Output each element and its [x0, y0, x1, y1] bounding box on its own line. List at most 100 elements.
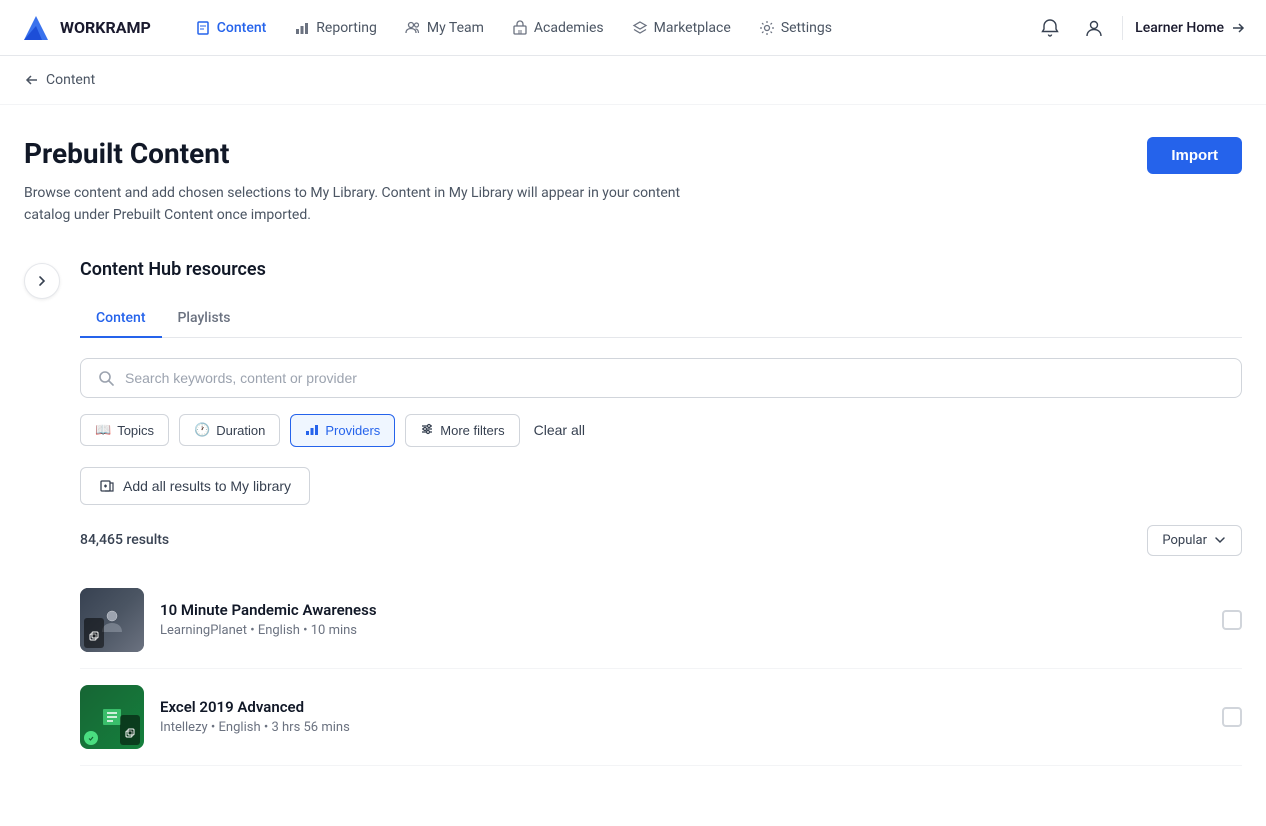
- user-icon: [1084, 18, 1104, 38]
- building-icon: [512, 20, 528, 36]
- nav-items: Content Reporting My Team Academies Mark…: [183, 14, 1034, 42]
- hub-main: Content Hub resources Content Playlists …: [80, 259, 1242, 766]
- tabs-bar: Content Playlists: [80, 300, 1242, 338]
- layers-icon: [632, 20, 648, 36]
- page-header: Prebuilt Content Browse content and add …: [24, 137, 1242, 227]
- sort-label: Popular: [1162, 533, 1207, 548]
- filter-providers-button[interactable]: Providers: [290, 414, 395, 447]
- file-icon: [195, 20, 211, 36]
- nav-item-settings[interactable]: Settings: [747, 14, 844, 42]
- add-library-icon: [99, 478, 115, 494]
- nav-item-reporting[interactable]: Reporting: [282, 14, 389, 42]
- content-info-1: 10 Minute Pandemic Awareness LearningPla…: [160, 601, 1206, 638]
- content-separator-2: •: [211, 720, 219, 735]
- content-title-1: 10 Minute Pandemic Awareness: [160, 601, 1206, 619]
- content-language-1: English: [258, 623, 300, 638]
- user-avatar-button[interactable]: [1078, 12, 1110, 44]
- content-meta-1: LearningPlanet • English • 10 mins: [160, 623, 1206, 638]
- logo-area[interactable]: WORKRAMP: [20, 12, 151, 44]
- results-bar: 84,465 results Popular: [80, 525, 1242, 556]
- content-checkbox-2[interactable]: [1222, 707, 1242, 727]
- search-input[interactable]: [125, 370, 1225, 386]
- nav-item-marketplace[interactable]: Marketplace: [620, 14, 743, 42]
- gear-icon: [759, 20, 775, 36]
- filter-more-label: More filters: [440, 423, 504, 438]
- nav-label-settings: Settings: [781, 20, 832, 36]
- sliders-icon: [420, 422, 434, 439]
- content-title-2: Excel 2019 Advanced: [160, 698, 1206, 716]
- learner-home-label: Learner Home: [1135, 20, 1224, 36]
- nav-item-academies[interactable]: Academies: [500, 14, 616, 42]
- navbar: WORKRAMP Content Reporting My Team Acade…: [0, 0, 1266, 56]
- chart-icon: [294, 20, 310, 36]
- topics-icon: 📖: [95, 422, 111, 438]
- filter-topics-button[interactable]: 📖 Topics: [80, 414, 169, 446]
- import-button[interactable]: Import: [1147, 137, 1242, 174]
- add-all-to-library-button[interactable]: Add all results to My library: [80, 467, 310, 505]
- filter-topics-label: Topics: [117, 423, 154, 438]
- nav-label-content: Content: [217, 20, 267, 36]
- content-thumbnail-1: [80, 588, 144, 652]
- sort-dropdown[interactable]: Popular: [1147, 525, 1242, 556]
- arrow-left-icon: [24, 72, 40, 88]
- workramp-logo-icon: [20, 12, 52, 44]
- filter-duration-button[interactable]: 🕐 Duration: [179, 414, 280, 446]
- content-thumbnail-2: [80, 685, 144, 749]
- content-duration-2: 3 hrs 56 mins: [271, 720, 349, 735]
- content-dot-1: •: [303, 623, 311, 638]
- arrow-right-icon: [1230, 20, 1246, 36]
- thumbnail-image-1: [80, 588, 144, 652]
- nav-divider: [1122, 16, 1123, 40]
- filter-duration-label: Duration: [216, 423, 265, 438]
- content-provider-2: Intellezy: [160, 720, 208, 735]
- nav-label-academies: Academies: [534, 20, 604, 36]
- tab-content[interactable]: Content: [80, 300, 162, 338]
- bell-icon: [1040, 18, 1060, 38]
- tab-playlists[interactable]: Playlists: [162, 300, 247, 338]
- content-meta-2: Intellezy • English • 3 hrs 56 mins: [160, 720, 1206, 735]
- brand-name: WORKRAMP: [60, 18, 151, 37]
- filters-bar: 📖 Topics 🕐 Duration Providers: [80, 414, 1242, 447]
- hub-title: Content Hub resources: [80, 259, 1242, 280]
- chevron-down-icon: [1213, 533, 1227, 547]
- page-title: Prebuilt Content: [24, 137, 704, 170]
- content-separator-1: •: [250, 623, 258, 638]
- breadcrumb: Content: [0, 56, 1266, 105]
- clear-all-button[interactable]: Clear all: [530, 415, 589, 445]
- breadcrumb-back-link[interactable]: Content: [24, 72, 95, 88]
- nav-label-reporting: Reporting: [316, 20, 377, 36]
- content-duration-1: 10 mins: [311, 623, 357, 638]
- search-bar: [80, 358, 1242, 398]
- learner-home-button[interactable]: Learner Home: [1135, 20, 1246, 36]
- list-item: Excel 2019 Advanced Intellezy • English …: [80, 669, 1242, 766]
- people-icon: [405, 20, 421, 36]
- notifications-bell[interactable]: [1034, 12, 1066, 44]
- copy-icon-2: [125, 728, 135, 738]
- nav-label-marketplace: Marketplace: [654, 20, 731, 36]
- nav-item-myteam[interactable]: My Team: [393, 14, 496, 42]
- page-content: Prebuilt Content Browse content and add …: [0, 105, 1266, 790]
- list-item: 10 Minute Pandemic Awareness LearningPla…: [80, 572, 1242, 669]
- clock-icon: 🕐: [194, 422, 210, 438]
- content-info-2: Excel 2019 Advanced Intellezy • English …: [160, 698, 1206, 735]
- nav-item-content[interactable]: Content: [183, 14, 279, 42]
- content-list: 10 Minute Pandemic Awareness LearningPla…: [80, 572, 1242, 766]
- nav-label-myteam: My Team: [427, 20, 484, 36]
- sidebar-toggle-button[interactable]: [24, 263, 60, 299]
- filter-more-button[interactable]: More filters: [405, 414, 519, 447]
- chevron-right-icon: [35, 274, 49, 288]
- results-count: 84,465 results: [80, 532, 169, 548]
- thumbnail-image-2: [80, 685, 144, 749]
- content-provider-1: LearningPlanet: [160, 623, 247, 638]
- nav-right: Learner Home: [1034, 12, 1246, 44]
- search-icon: [97, 369, 115, 387]
- content-language-2: English: [219, 720, 261, 735]
- content-checkbox-1[interactable]: [1222, 610, 1242, 630]
- content-hub-section: Content Hub resources Content Playlists …: [24, 259, 1242, 766]
- page-header-text: Prebuilt Content Browse content and add …: [24, 137, 704, 227]
- breadcrumb-label: Content: [46, 72, 95, 88]
- filter-providers-label: Providers: [325, 423, 380, 438]
- page-description: Browse content and add chosen selections…: [24, 182, 704, 227]
- copy-icon: [89, 631, 99, 641]
- add-library-label: Add all results to My library: [123, 478, 291, 494]
